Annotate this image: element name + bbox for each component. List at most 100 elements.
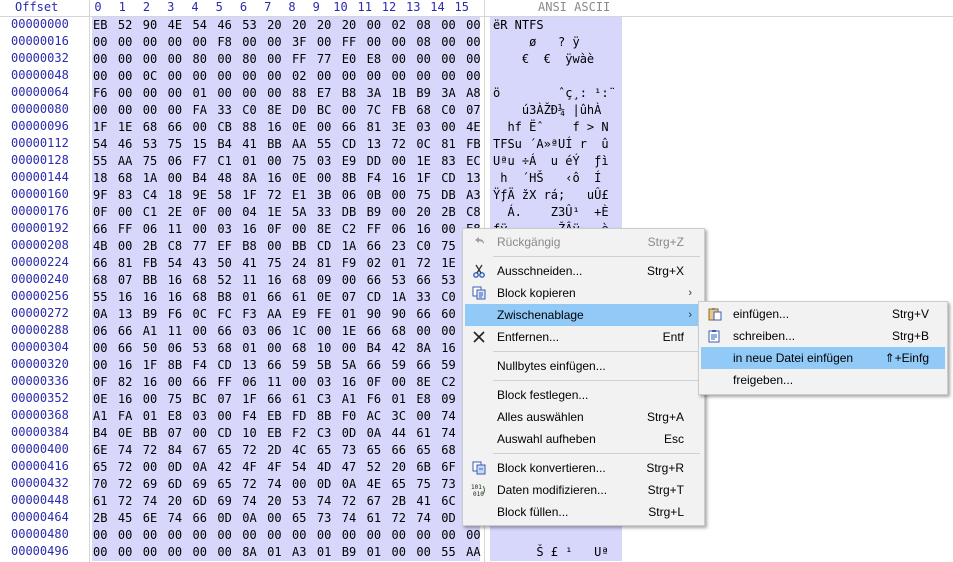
hex-bytes[interactable]: A1 FA 01 E8 03 00 F4 EB FD 8B F0 AC 3C 0… xyxy=(93,408,481,425)
ansi-row[interactable]: Á. Z3Û¹ +È xyxy=(490,203,622,221)
hex-row[interactable]: 00 66 50 06 53 68 01 00 68 10 00 B4 42 8… xyxy=(92,339,481,357)
hex-bytes[interactable]: 0F 00 C1 2E 0F 00 04 1E 5A 33 DB B9 00 2… xyxy=(93,204,481,221)
ansi-row[interactable] xyxy=(490,526,622,544)
hex-row[interactable]: 4B 00 2B C8 77 EF B8 00 BB CD 1A 66 23 C… xyxy=(92,237,481,255)
hex-row[interactable]: 1F 1E 68 66 00 CB 88 16 0E 00 66 81 3E 0… xyxy=(92,118,481,136)
hex-row[interactable]: EB 52 90 4E 54 46 53 20 20 20 20 00 02 0… xyxy=(92,16,481,34)
menu-item-nullbytes-einfügen[interactable]: Nullbytes einfügen... xyxy=(465,355,702,377)
hex-bytes[interactable]: 00 00 00 00 00 00 00 00 00 00 00 00 00 0… xyxy=(93,527,481,544)
menu-item-block-festlegen[interactable]: Block festlegen... xyxy=(465,384,702,406)
hex-row[interactable]: 0F 82 16 00 66 FF 06 11 00 03 16 0F 00 8… xyxy=(92,373,481,391)
hex-bytes[interactable]: 9F 83 C4 18 9E 58 1F 72 E1 3B 06 0B 00 7… xyxy=(93,187,481,204)
hex-bytes[interactable]: 55 16 16 16 68 B8 01 66 61 0E 07 CD 1A 3… xyxy=(93,289,481,306)
menu-item-auswahl-aufheben[interactable]: Auswahl aufheben Esc xyxy=(465,428,702,450)
hex-row[interactable]: F6 00 00 00 01 00 00 00 88 E7 B8 3A 1B B… xyxy=(92,84,481,102)
hex-bytes[interactable]: 61 72 74 20 6D 69 74 20 53 74 72 67 2B 4… xyxy=(93,493,481,510)
hex-bytes[interactable]: 06 66 A1 11 00 66 03 06 1C 00 1E 66 68 0… xyxy=(93,323,481,340)
ansi-row[interactable]: ø ? ÿ xyxy=(490,33,622,51)
hex-row[interactable]: 0F 00 C1 2E 0F 00 04 1E 5A 33 DB B9 00 2… xyxy=(92,203,481,221)
ansi-row[interactable] xyxy=(490,67,622,85)
hex-bytes[interactable]: 54 46 53 75 15 B4 41 BB AA 55 CD 13 72 0… xyxy=(93,136,481,153)
menu-item-daten-modifizieren[interactable]: 101 010 Daten modifizieren... Strg+T xyxy=(465,479,702,501)
hex-bytes[interactable]: 6E 74 72 84 67 65 72 2D 4C 65 73 65 66 6… xyxy=(93,442,481,459)
hex-bytes[interactable]: 18 68 1A 00 B4 48 8A 16 0E 00 8B F4 16 1… xyxy=(93,170,481,187)
menu-item-zwischenablage[interactable]: Zwischenablage › xyxy=(465,304,702,326)
ansi-row[interactable]: Uªu ÷Á u éÝ ƒì xyxy=(490,152,622,170)
hex-row[interactable]: 2B 45 6E 74 66 0D 0A 00 65 73 74 61 72 7… xyxy=(92,509,481,527)
hex-bytes[interactable]: F6 00 00 00 01 00 00 00 88 E7 B8 3A 1B B… xyxy=(93,85,481,102)
hex-bytes[interactable]: 0E 16 00 75 BC 07 1F 66 61 C3 A1 F6 01 E… xyxy=(93,391,481,408)
hex-row[interactable]: A1 FA 01 E8 03 00 F4 EB FD 8B F0 AC 3C 0… xyxy=(92,407,481,425)
hex-row[interactable]: 06 66 A1 11 00 66 03 06 1C 00 1E 66 68 0… xyxy=(92,322,481,340)
ansi-row[interactable]: € € ÿwàè xyxy=(490,50,622,68)
hex-row[interactable]: 00 00 00 00 00 F8 00 00 3F 00 FF 00 00 0… xyxy=(92,33,481,51)
hex-bytes[interactable]: 00 00 00 00 00 00 8A 01 A3 01 B9 01 00 0… xyxy=(93,544,481,561)
hex-row[interactable]: 54 46 53 75 15 B4 41 BB AA 55 CD 13 72 0… xyxy=(92,135,481,153)
hex-row[interactable]: 0E 16 00 75 BC 07 1F 66 61 C3 A1 F6 01 E… xyxy=(92,390,481,408)
hex-bytes[interactable]: 00 16 1F 8B F4 CD 13 66 59 5B 5A 66 59 6… xyxy=(93,357,481,374)
ansi-row[interactable]: TFSu ´A»ªUÍ r û xyxy=(490,135,622,153)
hex-bytes[interactable]: 70 72 69 6D 69 65 72 74 00 0D 0A 4E 65 7… xyxy=(93,476,481,493)
hex-bytes[interactable]: 00 00 00 00 00 F8 00 00 3F 00 FF 00 00 0… xyxy=(93,34,481,51)
hex-row[interactable]: 00 00 00 00 FA 33 C0 8E D0 BC 00 7C FB 6… xyxy=(92,101,481,119)
hex-row[interactable]: 70 72 69 6D 69 65 72 74 00 0D 0A 4E 65 7… xyxy=(92,475,481,493)
hex-row[interactable]: 18 68 1A 00 B4 48 8A 16 0E 00 8B F4 16 1… xyxy=(92,169,481,187)
hex-row[interactable]: 00 00 0C 00 00 00 00 00 02 00 00 00 00 0… xyxy=(92,67,481,85)
hex-data-area[interactable]: EB 52 90 4E 54 46 53 20 20 20 20 00 02 0… xyxy=(92,16,481,562)
menu-item-alles-auswählen[interactable]: Alles auswählen Strg+A xyxy=(465,406,702,428)
hex-row[interactable]: 65 72 00 0D 0A 42 4F 4F 54 4D 47 52 20 6… xyxy=(92,458,481,476)
hex-bytes[interactable]: 00 00 0C 00 00 00 00 00 02 00 00 00 00 0… xyxy=(93,68,481,85)
submenu-item-einfügen[interactable]: einfügen... Strg+V xyxy=(701,303,945,325)
hex-row[interactable]: 9F 83 C4 18 9E 58 1F 72 E1 3B 06 0B 00 7… xyxy=(92,186,481,204)
hex-bytes[interactable]: 00 00 00 00 FA 33 C0 8E D0 BC 00 7C FB 6… xyxy=(93,102,481,119)
menu-item-label: Block konvertieren... xyxy=(497,461,606,475)
menu-item-ausschneiden[interactable]: Ausschneiden... Strg+X xyxy=(465,260,702,282)
hex-bytes[interactable]: 0A 13 B9 F6 0C FC F3 AA E9 FE 01 90 90 6… xyxy=(93,306,481,323)
submenu-arrow-icon: › xyxy=(688,309,692,321)
menu-item-block-kopieren[interactable]: Block kopieren › xyxy=(465,282,702,304)
ansi-row[interactable]: ö ˆç¸: ¹:¨ xyxy=(490,84,622,102)
hex-row[interactable]: 61 72 74 20 6D 69 74 20 53 74 72 67 2B 4… xyxy=(92,492,481,510)
delete-x-icon xyxy=(471,329,487,345)
hex-row[interactable]: 66 81 FB 54 43 50 41 75 24 81 F9 02 01 7… xyxy=(92,254,481,272)
hex-bytes[interactable]: 00 00 00 00 80 00 80 00 FF 77 E0 E8 00 0… xyxy=(93,51,481,68)
hex-bytes[interactable]: 68 07 BB 16 68 52 11 16 68 09 00 66 53 6… xyxy=(93,272,481,289)
menu-item-block-konvertieren[interactable]: Block konvertieren... Strg+R xyxy=(465,457,702,479)
submenu-item-in-neue-datei-einfügen[interactable]: in neue Datei einfügen ⇑+Einfg xyxy=(701,347,945,369)
hex-bytes[interactable]: 65 72 00 0D 0A 42 4F 4F 54 4D 47 52 20 6… xyxy=(93,459,481,476)
hex-bytes[interactable]: 4B 00 2B C8 77 EF B8 00 BB CD 1A 66 23 C… xyxy=(93,238,481,255)
hex-bytes[interactable]: 0F 82 16 00 66 FF 06 11 00 03 16 0F 00 8… xyxy=(93,374,481,391)
submenu-item-freigeben[interactable]: freigeben... xyxy=(701,369,945,391)
hex-bytes[interactable]: B4 0E BB 07 00 CD 10 EB F2 C3 0D 0A 44 6… xyxy=(93,425,481,442)
menu-item-label: Ausschneiden... xyxy=(497,264,583,278)
hex-row[interactable]: 6E 74 72 84 67 65 72 2D 4C 65 73 65 66 6… xyxy=(92,441,481,459)
ansi-row[interactable]: h ´HŠ ‹ô Í xyxy=(490,169,622,187)
hex-row[interactable]: 00 00 00 00 00 00 8A 01 A3 01 B9 01 00 0… xyxy=(92,543,481,561)
hex-row[interactable]: 00 00 00 00 00 00 00 00 00 00 00 00 00 0… xyxy=(92,526,481,544)
ansi-row[interactable]: hf Ëˆ f > N xyxy=(490,118,622,136)
hex-row[interactable]: 66 FF 06 11 00 03 16 0F 00 8E C2 FF 06 1… xyxy=(92,220,481,238)
column-header: Offset 0 1 2 3 4 5 6 7 8 9 10 11 12 13 14 15 ANSI ASCII xyxy=(0,0,953,17)
ansi-row[interactable]: ŸƒÄ žX rá; uÛ£ xyxy=(490,186,622,204)
hex-bytes[interactable]: 00 66 50 06 53 68 01 00 68 10 00 B4 42 8… xyxy=(93,340,481,357)
hex-row[interactable]: 00 16 1F 8B F4 CD 13 66 59 5B 5A 66 59 6… xyxy=(92,356,481,374)
ansi-row[interactable]: Š £ ¹ Uª xyxy=(490,543,622,561)
hex-bytes[interactable]: 66 FF 06 11 00 03 16 0F 00 8E C2 FF 06 1… xyxy=(93,221,481,238)
hex-bytes[interactable]: 1F 1E 68 66 00 CB 88 16 0E 00 66 81 3E 0… xyxy=(93,119,481,136)
menu-item-entfernen[interactable]: Entfernen... Entf xyxy=(465,326,702,348)
menu-item-label: Auswahl aufheben xyxy=(497,432,596,446)
hex-row[interactable]: 68 07 BB 16 68 52 11 16 68 09 00 66 53 6… xyxy=(92,271,481,289)
hex-bytes[interactable]: 2B 45 6E 74 66 0D 0A 00 65 73 74 61 72 7… xyxy=(93,510,481,527)
menu-item-block-füllen[interactable]: Block füllen... Strg+L xyxy=(465,501,702,523)
hex-row[interactable]: 55 AA 75 06 F7 C1 01 00 75 03 E9 DD 00 1… xyxy=(92,152,481,170)
submenu-item-schreiben[interactable]: schreiben... Strg+B xyxy=(701,325,945,347)
hex-bytes[interactable]: EB 52 90 4E 54 46 53 20 20 20 20 00 02 0… xyxy=(93,17,481,34)
ansi-row[interactable]: ú3ÀŽÐ¼ |ûhÀ xyxy=(490,101,622,119)
ansi-row[interactable]: ëR NTFS xyxy=(490,16,622,34)
hex-row[interactable]: B4 0E BB 07 00 CD 10 EB F2 C3 0D 0A 44 6… xyxy=(92,424,481,442)
hex-row[interactable]: 00 00 00 00 80 00 80 00 FF 77 E0 E8 00 0… xyxy=(92,50,481,68)
hex-bytes[interactable]: 55 AA 75 06 F7 C1 01 00 75 03 E9 DD 00 1… xyxy=(93,153,481,170)
hex-row[interactable]: 0A 13 B9 F6 0C FC F3 AA E9 FE 01 90 90 6… xyxy=(92,305,481,323)
hex-row[interactable]: 55 16 16 16 68 B8 01 66 61 0E 07 CD 1A 3… xyxy=(92,288,481,306)
hex-bytes[interactable]: 66 81 FB 54 43 50 41 75 24 81 F9 02 01 7… xyxy=(93,255,481,272)
